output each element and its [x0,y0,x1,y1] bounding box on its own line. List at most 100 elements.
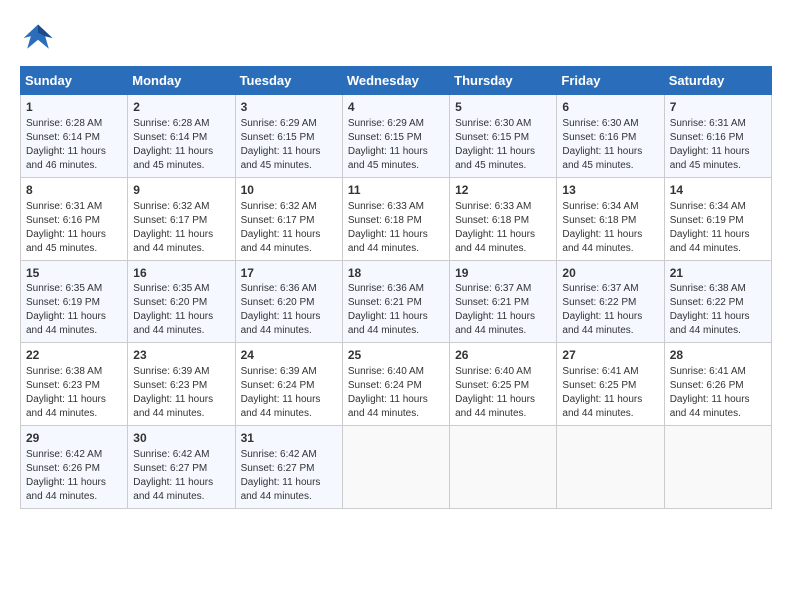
calendar-cell: 14Sunrise: 6:34 AM Sunset: 6:19 PM Dayli… [664,177,771,260]
calendar-cell [450,426,557,509]
day-info: Sunrise: 6:28 AM Sunset: 6:14 PM Dayligh… [26,117,122,173]
day-info: Sunrise: 6:42 AM Sunset: 6:27 PM Dayligh… [241,448,337,504]
calendar-cell [342,426,449,509]
calendar-week-row: 22Sunrise: 6:38 AM Sunset: 6:23 PM Dayli… [21,343,772,426]
calendar-cell: 22Sunrise: 6:38 AM Sunset: 6:23 PM Dayli… [21,343,128,426]
calendar-cell: 3Sunrise: 6:29 AM Sunset: 6:15 PM Daylig… [235,95,342,178]
calendar-cell: 7Sunrise: 6:31 AM Sunset: 6:16 PM Daylig… [664,95,771,178]
calendar-week-row: 15Sunrise: 6:35 AM Sunset: 6:19 PM Dayli… [21,260,772,343]
calendar-cell: 26Sunrise: 6:40 AM Sunset: 6:25 PM Dayli… [450,343,557,426]
day-number: 1 [26,99,122,116]
calendar-cell: 11Sunrise: 6:33 AM Sunset: 6:18 PM Dayli… [342,177,449,260]
day-info: Sunrise: 6:32 AM Sunset: 6:17 PM Dayligh… [133,200,229,256]
day-number: 18 [348,265,444,282]
calendar-cell [557,426,664,509]
weekday-header-friday: Friday [557,67,664,95]
page-header [20,20,772,56]
day-number: 9 [133,182,229,199]
day-info: Sunrise: 6:37 AM Sunset: 6:22 PM Dayligh… [562,282,658,338]
day-number: 4 [348,99,444,116]
day-number: 3 [241,99,337,116]
day-info: Sunrise: 6:36 AM Sunset: 6:20 PM Dayligh… [241,282,337,338]
day-number: 28 [670,347,766,364]
calendar-cell: 8Sunrise: 6:31 AM Sunset: 6:16 PM Daylig… [21,177,128,260]
weekday-header-saturday: Saturday [664,67,771,95]
calendar-cell: 29Sunrise: 6:42 AM Sunset: 6:26 PM Dayli… [21,426,128,509]
day-number: 14 [670,182,766,199]
day-info: Sunrise: 6:30 AM Sunset: 6:16 PM Dayligh… [562,117,658,173]
calendar-cell: 17Sunrise: 6:36 AM Sunset: 6:20 PM Dayli… [235,260,342,343]
day-number: 2 [133,99,229,116]
logo [20,20,60,56]
calendar-cell: 24Sunrise: 6:39 AM Sunset: 6:24 PM Dayli… [235,343,342,426]
day-info: Sunrise: 6:31 AM Sunset: 6:16 PM Dayligh… [26,200,122,256]
day-number: 20 [562,265,658,282]
day-number: 31 [241,430,337,447]
calendar-cell: 20Sunrise: 6:37 AM Sunset: 6:22 PM Dayli… [557,260,664,343]
day-number: 26 [455,347,551,364]
weekday-header-sunday: Sunday [21,67,128,95]
calendar-cell: 30Sunrise: 6:42 AM Sunset: 6:27 PM Dayli… [128,426,235,509]
calendar-week-row: 1Sunrise: 6:28 AM Sunset: 6:14 PM Daylig… [21,95,772,178]
calendar-week-row: 8Sunrise: 6:31 AM Sunset: 6:16 PM Daylig… [21,177,772,260]
calendar-cell: 13Sunrise: 6:34 AM Sunset: 6:18 PM Dayli… [557,177,664,260]
day-info: Sunrise: 6:30 AM Sunset: 6:15 PM Dayligh… [455,117,551,173]
calendar-cell: 23Sunrise: 6:39 AM Sunset: 6:23 PM Dayli… [128,343,235,426]
calendar-cell: 15Sunrise: 6:35 AM Sunset: 6:19 PM Dayli… [21,260,128,343]
day-number: 25 [348,347,444,364]
calendar-cell [664,426,771,509]
day-number: 21 [670,265,766,282]
calendar-cell: 28Sunrise: 6:41 AM Sunset: 6:26 PM Dayli… [664,343,771,426]
day-number: 15 [26,265,122,282]
logo-icon [20,20,56,56]
calendar-cell: 25Sunrise: 6:40 AM Sunset: 6:24 PM Dayli… [342,343,449,426]
day-info: Sunrise: 6:34 AM Sunset: 6:18 PM Dayligh… [562,200,658,256]
calendar-cell: 4Sunrise: 6:29 AM Sunset: 6:15 PM Daylig… [342,95,449,178]
day-info: Sunrise: 6:41 AM Sunset: 6:25 PM Dayligh… [562,365,658,421]
day-info: Sunrise: 6:40 AM Sunset: 6:24 PM Dayligh… [348,365,444,421]
weekday-header-thursday: Thursday [450,67,557,95]
day-number: 16 [133,265,229,282]
day-info: Sunrise: 6:38 AM Sunset: 6:22 PM Dayligh… [670,282,766,338]
calendar-cell: 5Sunrise: 6:30 AM Sunset: 6:15 PM Daylig… [450,95,557,178]
calendar-cell: 12Sunrise: 6:33 AM Sunset: 6:18 PM Dayli… [450,177,557,260]
day-number: 17 [241,265,337,282]
weekday-header-row: SundayMondayTuesdayWednesdayThursdayFrid… [21,67,772,95]
day-info: Sunrise: 6:38 AM Sunset: 6:23 PM Dayligh… [26,365,122,421]
day-number: 27 [562,347,658,364]
day-number: 11 [348,182,444,199]
calendar-table: SundayMondayTuesdayWednesdayThursdayFrid… [20,66,772,509]
calendar-cell: 6Sunrise: 6:30 AM Sunset: 6:16 PM Daylig… [557,95,664,178]
day-info: Sunrise: 6:33 AM Sunset: 6:18 PM Dayligh… [348,200,444,256]
day-info: Sunrise: 6:29 AM Sunset: 6:15 PM Dayligh… [348,117,444,173]
day-number: 8 [26,182,122,199]
day-info: Sunrise: 6:37 AM Sunset: 6:21 PM Dayligh… [455,282,551,338]
weekday-header-wednesday: Wednesday [342,67,449,95]
day-number: 29 [26,430,122,447]
day-info: Sunrise: 6:32 AM Sunset: 6:17 PM Dayligh… [241,200,337,256]
calendar-cell: 10Sunrise: 6:32 AM Sunset: 6:17 PM Dayli… [235,177,342,260]
day-info: Sunrise: 6:42 AM Sunset: 6:26 PM Dayligh… [26,448,122,504]
weekday-header-monday: Monday [128,67,235,95]
day-number: 6 [562,99,658,116]
day-number: 24 [241,347,337,364]
day-number: 7 [670,99,766,116]
day-info: Sunrise: 6:35 AM Sunset: 6:20 PM Dayligh… [133,282,229,338]
day-number: 30 [133,430,229,447]
day-info: Sunrise: 6:36 AM Sunset: 6:21 PM Dayligh… [348,282,444,338]
day-info: Sunrise: 6:35 AM Sunset: 6:19 PM Dayligh… [26,282,122,338]
day-number: 12 [455,182,551,199]
calendar-cell: 27Sunrise: 6:41 AM Sunset: 6:25 PM Dayli… [557,343,664,426]
day-info: Sunrise: 6:33 AM Sunset: 6:18 PM Dayligh… [455,200,551,256]
day-info: Sunrise: 6:41 AM Sunset: 6:26 PM Dayligh… [670,365,766,421]
day-number: 10 [241,182,337,199]
day-number: 5 [455,99,551,116]
day-info: Sunrise: 6:31 AM Sunset: 6:16 PM Dayligh… [670,117,766,173]
day-info: Sunrise: 6:40 AM Sunset: 6:25 PM Dayligh… [455,365,551,421]
day-info: Sunrise: 6:28 AM Sunset: 6:14 PM Dayligh… [133,117,229,173]
day-info: Sunrise: 6:29 AM Sunset: 6:15 PM Dayligh… [241,117,337,173]
day-number: 23 [133,347,229,364]
calendar-cell: 16Sunrise: 6:35 AM Sunset: 6:20 PM Dayli… [128,260,235,343]
calendar-cell: 18Sunrise: 6:36 AM Sunset: 6:21 PM Dayli… [342,260,449,343]
day-info: Sunrise: 6:39 AM Sunset: 6:24 PM Dayligh… [241,365,337,421]
